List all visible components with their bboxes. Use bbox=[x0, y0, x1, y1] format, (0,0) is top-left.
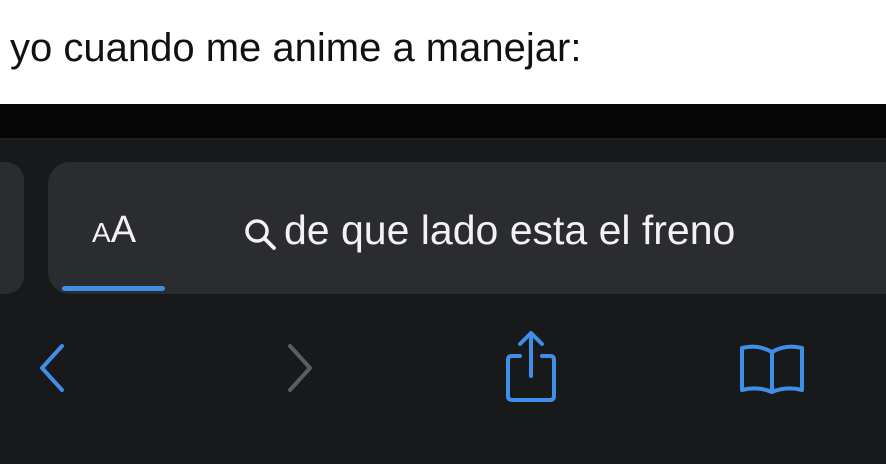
search-query-text[interactable]: de que lado esta el freno bbox=[284, 204, 735, 256]
search-icon bbox=[245, 219, 276, 250]
top-strip bbox=[0, 104, 886, 138]
chevron-right-icon[interactable] bbox=[282, 340, 318, 396]
meme-caption: yo cuando me anime a manejar: bbox=[10, 26, 582, 70]
aa-small-letter: A bbox=[92, 217, 111, 248]
page-load-progress-bar bbox=[62, 286, 165, 291]
previous-tab-edge[interactable] bbox=[0, 162, 24, 294]
divider bbox=[0, 138, 886, 140]
chevron-left-icon[interactable] bbox=[34, 340, 70, 396]
book-icon[interactable] bbox=[736, 340, 808, 396]
reader-settings-button[interactable]: AA bbox=[92, 210, 136, 250]
aa-big-letter: A bbox=[110, 209, 137, 251]
share-icon[interactable] bbox=[500, 328, 562, 404]
